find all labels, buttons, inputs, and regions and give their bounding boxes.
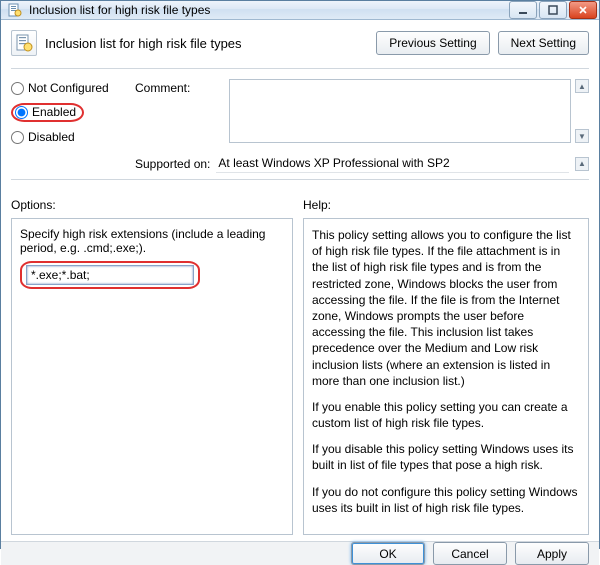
supported-label: Supported on: [135,157,210,171]
scroll-up-icon[interactable]: ▲ [575,79,589,93]
options-section-label: Options: [11,198,291,212]
comment-label: Comment: [135,79,225,95]
scroll-down-icon[interactable]: ▼ [575,129,589,143]
dialog-content: Inclusion list for high risk file types … [1,20,599,541]
help-paragraph: If you enable this policy setting you ca… [312,399,580,431]
radio-disabled-input[interactable] [11,131,24,144]
state-area: Not Configured Enabled Disabled Comment:… [11,79,589,173]
maximize-button[interactable] [539,1,567,19]
previous-setting-button[interactable]: Previous Setting [376,31,489,55]
supported-row: Supported on: At least Windows XP Profes… [135,150,589,173]
window-controls [509,1,597,19]
ok-button[interactable]: OK [351,542,425,565]
options-panel: Specify high risk extensions (include a … [11,218,293,535]
radio-not-configured[interactable]: Not Configured [11,79,131,97]
highlight-extensions [20,261,200,289]
close-button[interactable] [569,1,597,19]
radio-disabled[interactable]: Disabled [11,128,131,146]
next-setting-button[interactable]: Next Setting [498,31,589,55]
policy-title: Inclusion list for high risk file types [45,36,368,51]
extensions-input[interactable] [26,265,194,285]
radio-enabled[interactable]: Enabled [11,101,131,124]
policy-header: Inclusion list for high risk file types … [11,28,589,62]
highlight-enabled: Enabled [11,103,84,122]
comment-input[interactable] [229,79,571,143]
minimize-button[interactable] [509,1,537,19]
help-paragraph: This policy setting allows you to config… [312,227,580,389]
window-title: Inclusion list for high risk file types [29,3,509,17]
panels: Specify high risk extensions (include a … [11,218,589,535]
supported-scrollbar[interactable]: ▲ [575,157,589,171]
radio-enabled-label: Enabled [32,105,76,119]
dialog-window: Inclusion list for high risk file types … [0,0,600,549]
help-paragraph: If you disable this policy setting Windo… [312,441,580,473]
supported-value: At least Windows XP Professional with SP… [216,154,569,173]
divider [11,179,589,180]
radio-not-configured-input[interactable] [11,82,24,95]
radio-enabled-input[interactable] [15,106,28,119]
policy-icon [7,2,23,18]
dialog-footer: OK Cancel Apply [1,541,599,565]
help-paragraph: If you do not configure this policy sett… [312,484,580,516]
comment-scrollbar[interactable]: ▲ ▼ [575,79,589,143]
help-panel[interactable]: This policy setting allows you to config… [303,218,589,535]
radio-not-configured-label: Not Configured [28,81,109,95]
apply-button[interactable]: Apply [515,542,589,565]
divider [11,68,589,69]
titlebar[interactable]: Inclusion list for high risk file types [1,1,599,20]
policy-header-icon [11,30,37,56]
section-labels: Options: Help: [11,198,589,212]
scroll-up-icon[interactable]: ▲ [575,157,589,171]
extensions-field-label: Specify high risk extensions (include a … [20,227,284,255]
help-section-label: Help: [303,198,589,212]
cancel-button[interactable]: Cancel [433,542,507,565]
radio-disabled-label: Disabled [28,130,75,144]
